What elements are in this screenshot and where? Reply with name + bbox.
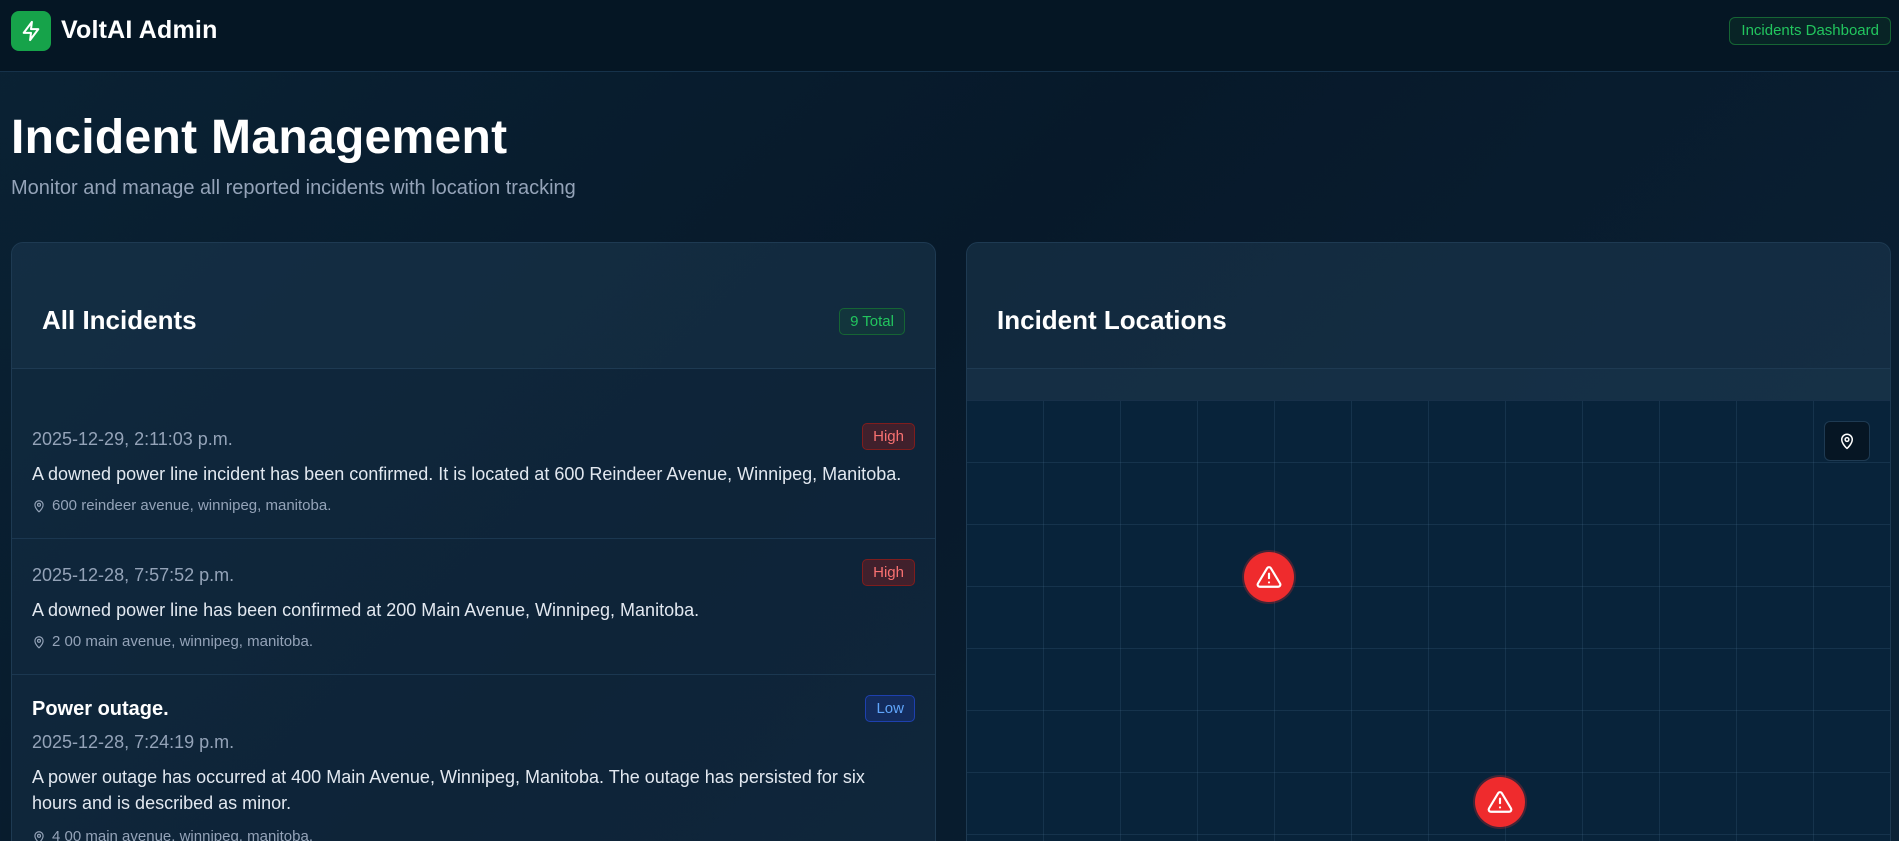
severity-badge: High <box>862 423 915 450</box>
incident-item[interactable]: 2025-12-29, 2:11:03 p.m. High A downed p… <box>12 403 935 539</box>
card-header: All Incidents 9 Total <box>12 243 935 369</box>
incident-title: Power outage. <box>32 698 169 720</box>
map-toolbar-strip <box>967 369 1890 401</box>
incident-location-text: 2 00 main avenue, winnipeg, manitoba. <box>52 633 314 650</box>
incident-date: 2025-12-28, 7:24:19 p.m. <box>32 732 235 752</box>
page-subtitle: Monitor and manage all reported incident… <box>11 177 576 199</box>
incident-location: 2 00 main avenue, winnipeg, manitoba. <box>32 633 313 650</box>
card-header: Incident Locations <box>967 243 1890 369</box>
incident-item[interactable]: 2025-12-28, 7:57:52 p.m. High A downed p… <box>12 539 935 675</box>
lightning-bolt-icon[interactable] <box>11 11 51 51</box>
incident-map[interactable] <box>967 401 1890 841</box>
incident-marker[interactable] <box>1244 552 1294 602</box>
incident-marker[interactable] <box>1475 777 1525 827</box>
severity-badge: High <box>862 559 915 586</box>
app-title[interactable]: VoltAI Admin <box>61 16 218 45</box>
locate-button[interactable] <box>1824 421 1870 461</box>
top-navigation-bar: VoltAI Admin Incidents Dashboard <box>0 0 1899 72</box>
incident-description: A downed power line has been confirmed a… <box>32 600 700 620</box>
incident-location-text: 4 00 main avenue, winnipeg, manitoba. <box>52 828 314 841</box>
incident-list: 2025-12-29, 2:11:03 p.m. High A downed p… <box>12 403 935 841</box>
map-pin-icon <box>34 830 44 841</box>
card-title: All Incidents <box>42 305 197 335</box>
map-pin-icon <box>34 499 44 512</box>
page-title: Incident Management <box>11 111 508 164</box>
incident-date: 2025-12-29, 2:11:03 p.m. <box>32 429 233 449</box>
incident-item[interactable]: Power outage. 2025-12-28, 7:24:19 p.m. L… <box>12 675 935 841</box>
incident-date: 2025-12-28, 7:57:52 p.m. <box>32 565 235 585</box>
incident-description: A downed power line incident has been co… <box>32 464 902 484</box>
warning-triangle-icon <box>1487 791 1513 813</box>
incident-count-badge: 9 Total <box>839 308 905 335</box>
all-incidents-card: All Incidents 9 Total 2025-12-29, 2:11:0… <box>11 242 936 841</box>
incidents-dashboard-link[interactable]: Incidents Dashboard <box>1729 17 1891 45</box>
severity-badge: Low <box>865 695 915 722</box>
map-pin-icon <box>34 635 44 648</box>
incident-location: 600 reindeer avenue, winnipeg, manitoba. <box>32 497 331 514</box>
warning-triangle-icon <box>1256 566 1282 588</box>
map-pin-icon <box>1841 433 1853 450</box>
card-title: Incident Locations <box>997 305 1227 335</box>
incident-description: A power outage has occurred at 400 Main … <box>32 767 865 813</box>
incident-location: 4 00 main avenue, winnipeg, manitoba. <box>32 828 313 841</box>
incident-location-text: 600 reindeer avenue, winnipeg, manitoba. <box>52 497 332 514</box>
incident-locations-card: Incident Locations <box>966 242 1891 841</box>
